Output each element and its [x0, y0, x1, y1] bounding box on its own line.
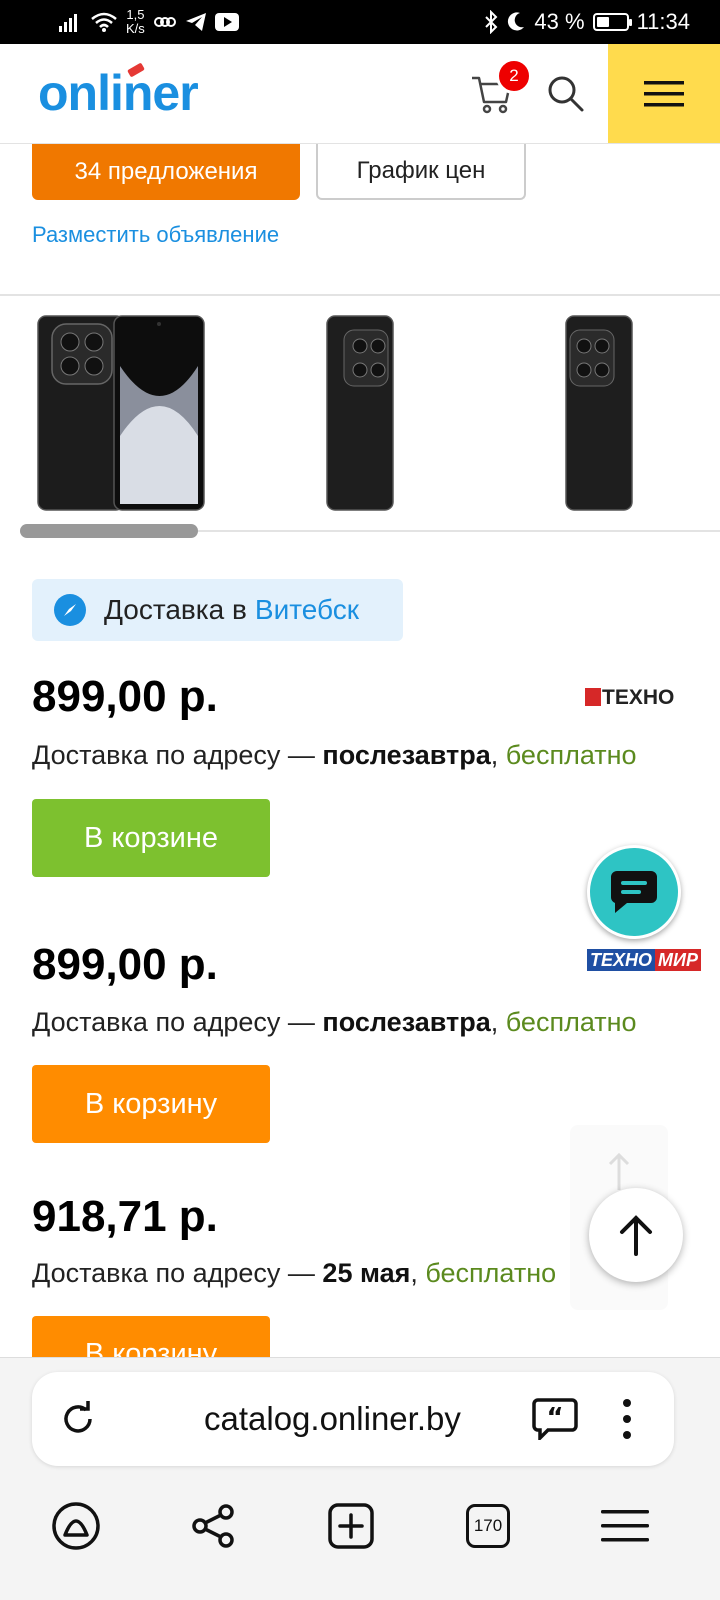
- delivery-label: Доставка в: [104, 594, 247, 625]
- product-gallery[interactable]: [0, 296, 720, 530]
- url-text[interactable]: catalog.onliner.by: [204, 1400, 461, 1438]
- delivery-cost: бесплатно: [425, 1258, 557, 1288]
- price-chart-button[interactable]: График цен: [316, 144, 526, 200]
- cart-count-badge: 2: [496, 58, 532, 94]
- product-image-front-back[interactable]: [0, 296, 720, 530]
- network-speed-value: 1,5: [126, 7, 145, 22]
- place-ad-link[interactable]: Разместить объявление: [32, 222, 279, 248]
- browser-menu-icon[interactable]: [595, 1496, 655, 1556]
- telegram-icon: [185, 13, 206, 31]
- offer-delivery-info: Доставка по адресу — 25 мая, бесплатно: [32, 1258, 557, 1288]
- youtube-icon: [214, 13, 239, 31]
- new-tab-icon[interactable]: [321, 1496, 381, 1556]
- network-speed-unit: K/s: [126, 21, 145, 36]
- add-to-cart-label: В корзину: [84, 1338, 218, 1357]
- shop-logo-tehnomir[interactable]: ТЕХНО МИР: [587, 949, 701, 971]
- more-options-icon[interactable]: [621, 1397, 633, 1441]
- bluetooth-icon: [485, 10, 498, 34]
- battery-percent: 43 %: [534, 9, 585, 34]
- offer-delivery-info: Доставка по адресу — послезавтра, беспла…: [32, 1007, 637, 1037]
- network-speed: 1,5 K/s: [126, 8, 145, 36]
- offer-price: 899,00 р.: [32, 940, 218, 989]
- browser-navbar: 170: [0, 1480, 720, 1600]
- delivery-when: 25 мая: [322, 1258, 411, 1288]
- offer-price: 899,00 р.: [32, 672, 218, 721]
- tabs-button[interactable]: 170: [458, 1496, 518, 1556]
- menu-button[interactable]: [608, 44, 720, 143]
- offer-delivery-info: Доставка по адресу — послезавтра, беспла…: [32, 740, 637, 770]
- site-header: onliner 2: [0, 44, 720, 144]
- shop-logo-mark: [585, 688, 601, 706]
- delivery-when: послезавтра: [322, 740, 491, 770]
- site-logo[interactable]: onliner: [38, 62, 199, 122]
- scroll-to-top-button[interactable]: [589, 1188, 683, 1282]
- chat-button[interactable]: [587, 845, 681, 939]
- delivery-city[interactable]: Витебск: [255, 594, 359, 626]
- shop-logo-atehno[interactable]: ТЕХНО: [585, 686, 674, 710]
- chat-icon: [610, 871, 657, 913]
- delivery-cost: бесплатно: [505, 1007, 637, 1037]
- in-cart-button[interactable]: В корзине: [32, 799, 270, 877]
- delivery-prefix: Доставка по адресу —: [32, 1258, 315, 1288]
- battery-icon: [592, 13, 632, 31]
- app-notification-icon: [153, 17, 176, 27]
- delivery-cost: бесплатно: [505, 740, 637, 770]
- delivery-when: послезавтра: [322, 1007, 491, 1037]
- menu-icon: [644, 80, 684, 106]
- address-bar[interactable]: catalog.onliner.by “: [32, 1372, 674, 1466]
- quote-bubble-icon[interactable]: “: [532, 1398, 578, 1440]
- reload-icon[interactable]: [58, 1399, 98, 1439]
- signal-icon: [59, 14, 77, 32]
- svg-text:“: “: [546, 1403, 563, 1433]
- shop-logo-part2: МИР: [655, 949, 701, 971]
- delivery-prefix: Доставка по адресу —: [32, 1007, 315, 1037]
- share-icon[interactable]: [183, 1496, 243, 1556]
- status-bar: 1,5 K/s 43 % 11:34: [0, 0, 720, 44]
- delivery-prefix: Доставка по адресу —: [32, 740, 315, 770]
- add-to-cart-button[interactable]: В корзину: [32, 1316, 270, 1357]
- compass-icon: [54, 594, 86, 626]
- home-icon[interactable]: [46, 1496, 106, 1556]
- shop-logo-part1: ТЕХНО: [587, 949, 656, 971]
- moon-icon: [508, 12, 525, 31]
- tabs-icon: 170: [466, 1504, 510, 1548]
- add-to-cart-button[interactable]: В корзину: [32, 1065, 270, 1143]
- offers-button[interactable]: 34 предложения: [32, 144, 300, 200]
- offer-price: 918,71 р.: [32, 1192, 218, 1241]
- arrow-up-icon: [620, 1215, 652, 1256]
- search-icon[interactable]: [546, 74, 586, 114]
- gallery-scrollbar[interactable]: [20, 524, 198, 538]
- clock: 11:34: [636, 9, 690, 34]
- logo-text: onliner: [38, 65, 199, 121]
- shop-logo-text: ТЕХНО: [602, 686, 675, 709]
- tabs-count: 170: [473, 1516, 503, 1535]
- wifi-icon: [91, 12, 117, 32]
- delivery-city-selector[interactable]: Доставка в Витебск: [32, 579, 403, 641]
